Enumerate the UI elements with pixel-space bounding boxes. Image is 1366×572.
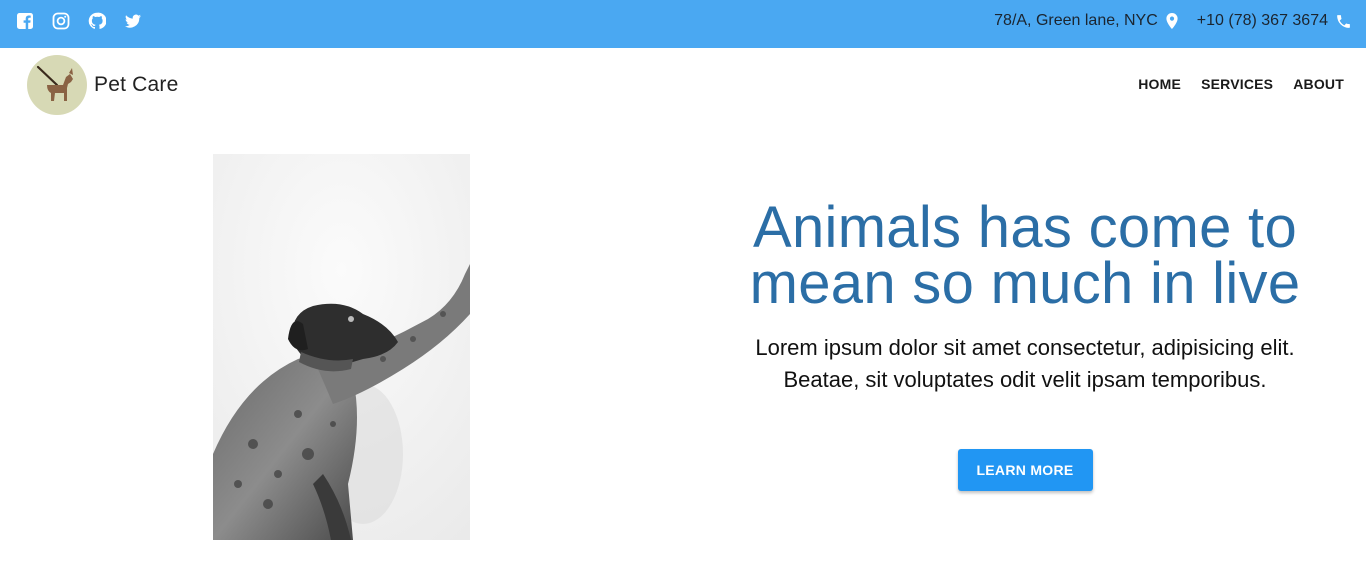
main-navbar: Pet Care HOME SERVICES ABOUT <box>0 48 1366 120</box>
phone-text: +10 (78) 367 3674 <box>1196 12 1328 29</box>
phone-icon <box>1337 14 1350 28</box>
hero-subtext-line1: Lorem ipsum dolor sit amet consectetur, … <box>755 335 1295 360</box>
nav-link-services[interactable]: SERVICES <box>1201 76 1273 92</box>
hero-headline: Animals has come to mean so much in live <box>700 199 1350 313</box>
nav-link-about[interactable]: ABOUT <box>1293 76 1344 92</box>
map-pin-icon <box>1166 13 1178 29</box>
nav-link-home[interactable]: HOME <box>1138 76 1181 92</box>
dog-photo <box>213 154 470 540</box>
nav-menu: HOME SERVICES ABOUT <box>1138 76 1344 92</box>
hero-subtext: Lorem ipsum dolor sit amet consectetur, … <box>700 332 1350 396</box>
brand-link[interactable]: Pet Care <box>27 55 178 115</box>
hero-subtext-line2: Beatae, sit voluptates odit velit ipsam … <box>783 367 1267 392</box>
phone-item: +10 (78) 367 3674 <box>1197 12 1352 30</box>
instagram-icon[interactable] <box>52 12 70 30</box>
learn-more-button[interactable]: LEARN MORE <box>957 449 1093 491</box>
address-text: 78/A, Green lane, NYC <box>994 12 1158 29</box>
contact-info: 78/A, Green lane, NYC +10 (78) 367 3674 <box>994 12 1352 30</box>
top-info-bar: 78/A, Green lane, NYC +10 (78) 367 3674 <box>0 0 1366 48</box>
twitter-icon[interactable] <box>124 12 142 30</box>
social-links <box>16 12 142 30</box>
hero-headline-line2: mean so much in live <box>749 251 1301 316</box>
hero-text-block: Animals has come to mean so much in live… <box>700 199 1350 491</box>
brand-name: Pet Care <box>94 73 179 96</box>
address-item: 78/A, Green lane, NYC <box>994 12 1179 30</box>
facebook-icon[interactable] <box>16 12 34 30</box>
dog-walking-logo <box>27 55 87 115</box>
github-icon[interactable] <box>88 12 106 30</box>
